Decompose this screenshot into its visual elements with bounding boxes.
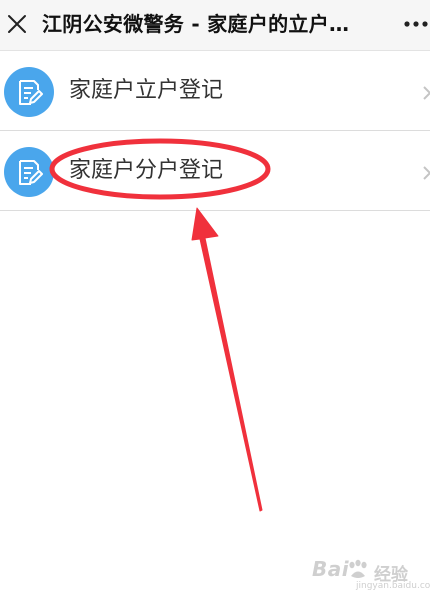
close-icon[interactable] xyxy=(6,13,28,35)
page: 江阴公安微警务 - 家庭户的立户… 家庭户立户登记 家庭户分户登记 Bai 经验… xyxy=(0,0,430,605)
annotation-arrow xyxy=(191,207,263,512)
watermark-brand: Bai xyxy=(312,557,350,581)
form-edit-icon xyxy=(4,67,54,117)
more-icon[interactable] xyxy=(404,14,430,34)
list-item-label: 家庭户分户登记 xyxy=(69,158,224,183)
list-item-household-split-registration[interactable]: 家庭户分户登记 xyxy=(0,131,430,211)
chevron-right-icon xyxy=(423,165,430,180)
baidu-jingyan-watermark: Bai 经验 jingyan.baidu.com xyxy=(312,557,430,595)
top-bar: 江阴公安微警务 - 家庭户的立户… xyxy=(0,0,430,51)
registration-list: 家庭户立户登记 家庭户分户登记 xyxy=(0,51,430,211)
form-edit-icon xyxy=(4,147,54,197)
page-title: 江阴公安微警务 - 家庭户的立户… xyxy=(42,12,350,36)
watermark-url: jingyan.baidu.com xyxy=(356,581,430,591)
list-item-household-registration[interactable]: 家庭户立户登记 xyxy=(0,51,430,131)
chevron-right-icon xyxy=(423,85,430,100)
list-item-label: 家庭户立户登记 xyxy=(69,78,224,103)
